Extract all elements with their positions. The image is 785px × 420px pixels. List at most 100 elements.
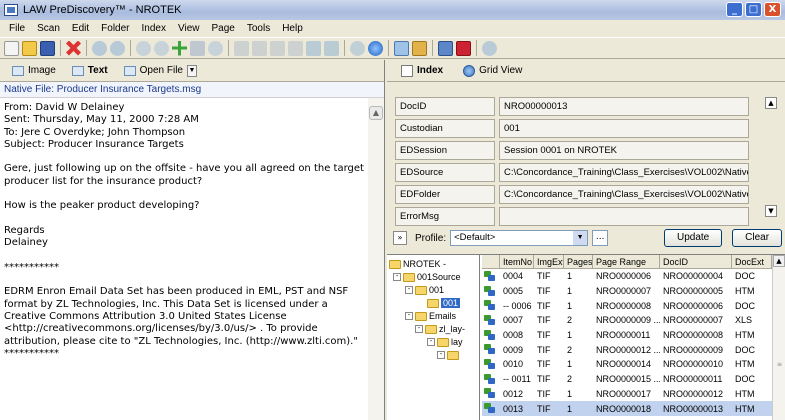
collapse-icon[interactable]: - (437, 351, 445, 359)
field-value[interactable]: Session 0001 on NROTEK (499, 141, 749, 160)
maximize-button[interactable]: □ (745, 2, 762, 17)
field-value[interactable] (499, 207, 749, 226)
table-cell: NRO00000010 (663, 359, 724, 370)
tab-open-file[interactable]: Open File ▼ (116, 62, 205, 80)
scan-icon[interactable] (394, 40, 409, 56)
column-header[interactable]: Page Range (593, 255, 660, 268)
table-cell: 1 (567, 300, 573, 311)
folder-icon (403, 272, 415, 282)
document-text[interactable]: From: David W Delainey Sent: Thursday, M… (0, 98, 368, 420)
minimize-button[interactable]: _ (726, 2, 743, 17)
table-row[interactable]: 0013 TIF 1 NRO0000018 NRO00000013 HTM (482, 401, 772, 416)
scroll-down-icon[interactable]: ▼ (765, 205, 777, 217)
table-row[interactable]: 0009 TIF 2 NRO0000012 ... NRO00000009 DOC (482, 342, 772, 357)
tree-node[interactable]: - lay (427, 336, 463, 348)
menu-help[interactable]: Help (276, 23, 309, 34)
close-button[interactable]: X (764, 2, 781, 17)
tab-text[interactable]: Text (64, 62, 116, 80)
fields-scrollbar[interactable]: ▲ ▼ (765, 97, 779, 217)
menu-edit[interactable]: Edit (66, 23, 95, 34)
collapse-icon[interactable]: - (405, 286, 413, 294)
table-row[interactable]: 0007 TIF 2 NRO0000009 ... NRO00000007 XLS (482, 313, 772, 328)
field-value[interactable]: C:\Concordance_Training\Class_Exercises\… (499, 185, 749, 204)
tree-node[interactable]: - zl_lay- (415, 323, 465, 335)
column-header[interactable]: DocExt (732, 255, 772, 268)
menu-file[interactable]: File (3, 23, 31, 34)
menu-scan[interactable]: Scan (31, 23, 66, 34)
table-row[interactable]: 0012 TIF 1 NRO0000017 NRO00000012 HTM (482, 387, 772, 402)
clear-button[interactable]: Clear (732, 229, 783, 247)
menu-folder[interactable]: Folder (95, 23, 135, 34)
tree-node[interactable]: 001 (427, 297, 461, 309)
new-icon[interactable] (4, 40, 19, 56)
back-icon[interactable] (92, 40, 107, 56)
field-value[interactable]: NRO00000013 (499, 97, 749, 116)
menu-view[interactable]: View (172, 23, 206, 34)
update-button[interactable]: Update (664, 229, 723, 247)
column-header[interactable]: Pages (564, 255, 593, 268)
zoom-out-icon[interactable] (154, 40, 169, 56)
table-row[interactable]: 0005 TIF 1 NRO0000007 NRO00000005 HTM (482, 284, 772, 299)
menu-index[interactable]: Index (136, 23, 172, 34)
column-header[interactable]: ImgExt (534, 255, 564, 268)
scroll-up-icon[interactable]: ▲ (765, 97, 777, 109)
collapse-icon[interactable]: - (405, 312, 413, 320)
forward-icon[interactable] (110, 40, 125, 56)
tree-node[interactable]: - (437, 349, 461, 361)
help-icon[interactable] (482, 40, 497, 56)
collapse-icon[interactable]: - (393, 273, 401, 281)
column-header-icon[interactable] (482, 255, 500, 268)
delete-icon[interactable] (66, 40, 81, 56)
tree-node[interactable]: -001Source (393, 271, 461, 283)
menu-page[interactable]: Page (205, 23, 240, 34)
table-cell: 2 (567, 315, 573, 326)
table-cell: TIF (537, 286, 551, 297)
collapse-icon[interactable]: - (415, 325, 423, 333)
zoom-in-icon[interactable] (136, 40, 151, 56)
scroll-up-icon[interactable]: ▲ (773, 255, 785, 267)
browse-button[interactable]: ... (592, 230, 609, 246)
pan-icon[interactable] (172, 40, 187, 56)
tree-node[interactable]: -001 (405, 284, 444, 296)
pdf-icon[interactable] (456, 40, 471, 56)
column-header[interactable]: DocID (660, 255, 732, 268)
expand-icon[interactable]: » (393, 231, 407, 245)
chevron-down-icon[interactable]: ▼ (186, 64, 197, 77)
rotate-right-icon[interactable] (324, 40, 339, 56)
zoom-window-icon[interactable] (208, 40, 223, 56)
field-value[interactable]: 001 (499, 119, 749, 138)
table-row[interactable]: 0010 TIF 1 NRO0000014 NRO00000010 HTM (482, 357, 772, 372)
tab-image[interactable]: Image (4, 62, 64, 80)
open-folder-icon[interactable] (22, 40, 37, 56)
vertical-scrollbar[interactable]: ▲ (368, 98, 384, 420)
scroll-grip-icon[interactable]: ≡ (774, 361, 785, 369)
next-page-icon[interactable] (270, 40, 285, 56)
tab-grid-view[interactable]: Grid View (453, 64, 532, 77)
table-row[interactable]: -- 0011 TIF 2 NRO0000015 ... NRO00000011 DOC (482, 372, 772, 387)
scroll-up-icon[interactable]: ▲ (369, 106, 383, 120)
chevron-down-icon[interactable]: ▼ (573, 231, 588, 245)
table-row[interactable]: 0004 TIF 1 NRO0000006 NRO00000004 DOC (482, 269, 772, 284)
tree-node[interactable]: NROTEK - (389, 258, 446, 270)
profile-select[interactable]: <Default> ▼ (450, 230, 589, 246)
image-view-icon[interactable] (438, 40, 453, 56)
tree-node[interactable]: - Emails (405, 310, 456, 322)
last-page-icon[interactable] (288, 40, 303, 56)
table-row[interactable]: 0008 TIF 1 NRO0000011 NRO00000008 HTM (482, 328, 772, 343)
tab-index[interactable]: Index (391, 64, 453, 77)
fit-width-icon[interactable] (190, 40, 205, 56)
first-page-icon[interactable] (234, 40, 249, 56)
rotate-left-icon[interactable] (306, 40, 321, 56)
table-row[interactable]: -- 0006 TIF 1 NRO0000008 NRO00000006 DOC (482, 298, 772, 313)
collapse-icon[interactable]: - (427, 338, 435, 346)
settings-icon[interactable] (412, 40, 427, 56)
grid-scrollbar[interactable]: ▲ ≡ (772, 255, 785, 420)
globe-icon[interactable] (368, 40, 383, 56)
field-value[interactable]: C:\Concordance_Training\Class_Exercises\… (499, 163, 749, 182)
annotation-icon[interactable] (350, 40, 365, 56)
save-icon[interactable] (40, 40, 55, 56)
document-icon (482, 344, 500, 355)
menu-tools[interactable]: Tools (241, 23, 276, 34)
column-header[interactable]: ItemNo (500, 255, 534, 268)
previous-page-icon[interactable] (252, 40, 267, 56)
